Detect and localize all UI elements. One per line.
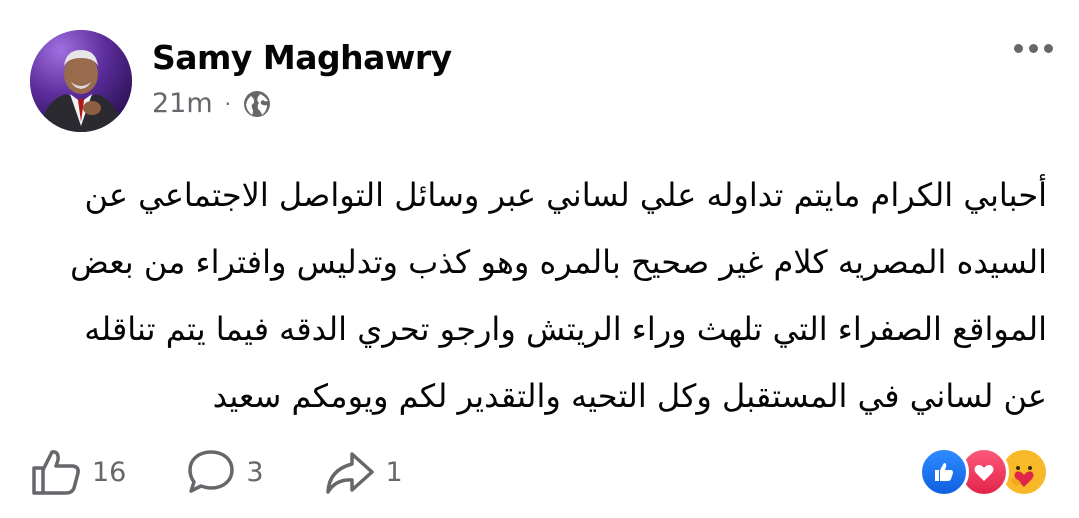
post-meta: 21m ·: [152, 88, 271, 119]
reaction-summary[interactable]: [919, 447, 1049, 497]
globe-icon[interactable]: [243, 90, 271, 118]
post-body: أحبابي الكرام مايتم تداوله علي لساني عبر…: [70, 176, 1047, 415]
more-options-button[interactable]: [1014, 44, 1053, 53]
avatar-photo: [30, 30, 132, 132]
post-actions: 16 3 1: [30, 448, 463, 496]
more-dot-icon: [1014, 44, 1023, 53]
like-button[interactable]: 16: [30, 448, 126, 496]
share-count: 1: [385, 456, 403, 488]
author-avatar[interactable]: [30, 30, 132, 132]
comment-button[interactable]: 3: [186, 448, 264, 496]
comment-count: 3: [246, 456, 264, 488]
share-icon: [325, 452, 374, 494]
more-dot-icon: [1044, 44, 1053, 53]
like-count: 16: [92, 456, 127, 488]
more-dot-icon: [1029, 44, 1038, 53]
post-time[interactable]: 21m: [152, 88, 213, 119]
comment-icon: [188, 450, 235, 493]
share-button[interactable]: 1: [324, 448, 403, 496]
thumbs-up-icon: [32, 450, 80, 495]
like-icon: [919, 447, 969, 497]
author-name[interactable]: Samy Maghawry: [152, 38, 452, 77]
meta-separator: ·: [224, 91, 232, 116]
